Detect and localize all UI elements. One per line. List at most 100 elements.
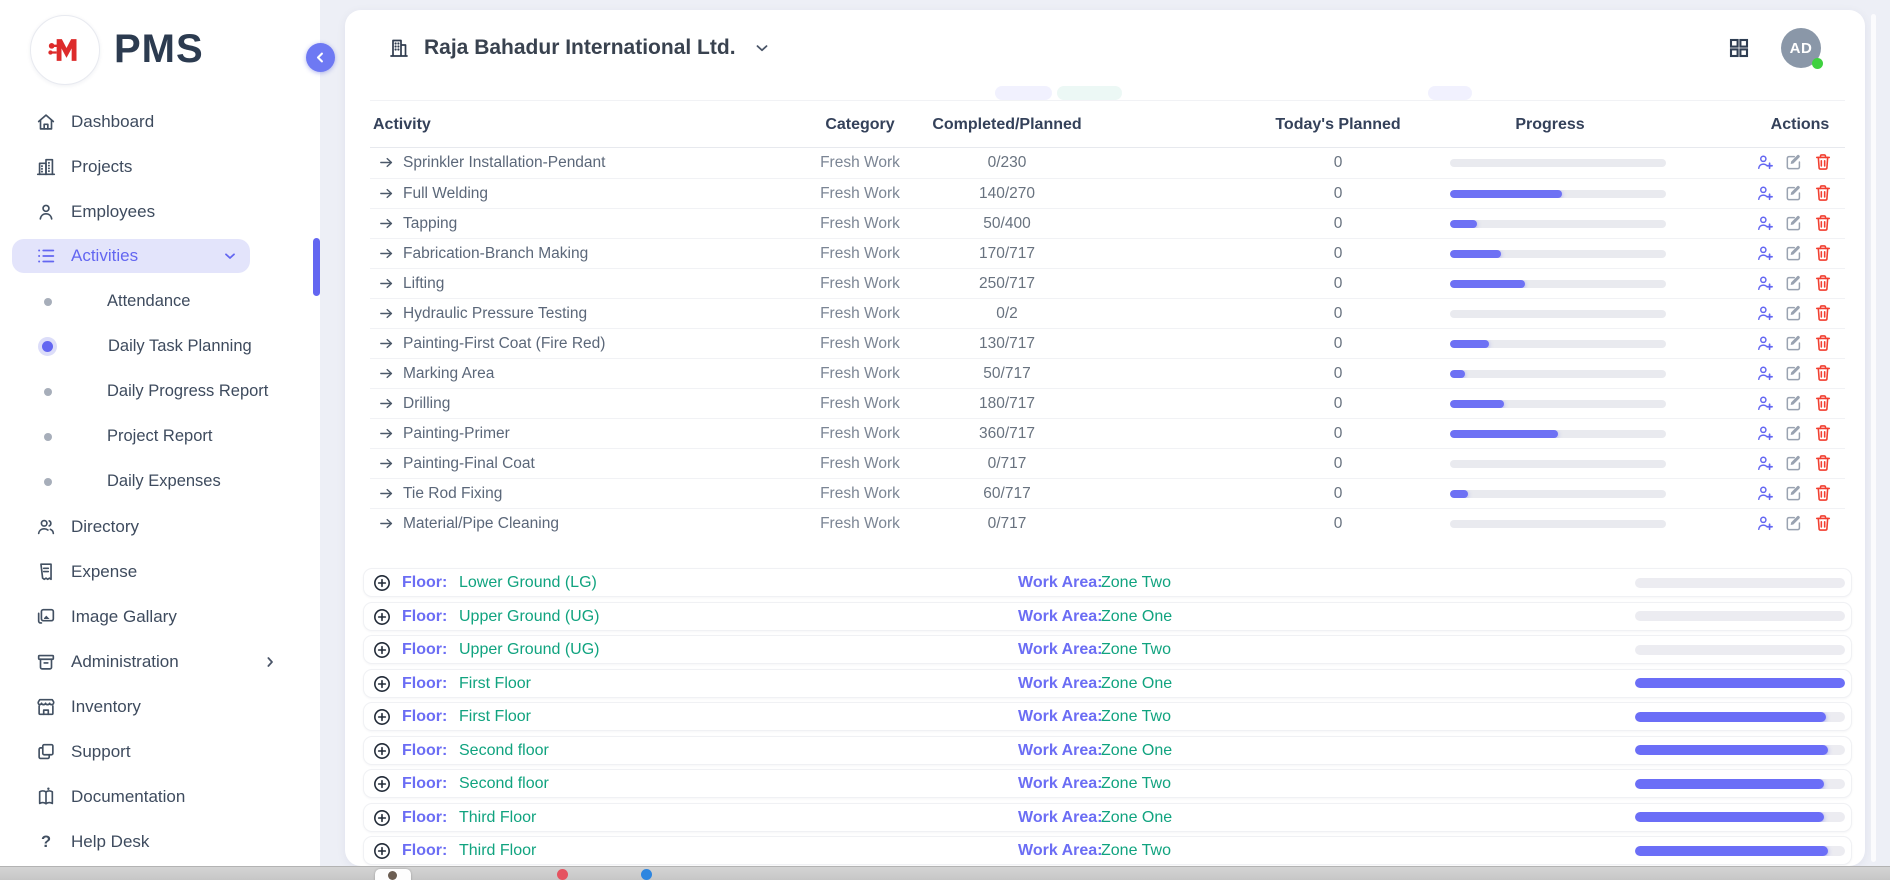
active-section-indicator: [313, 238, 320, 296]
assign-user-button[interactable]: [1755, 453, 1775, 473]
delete-button[interactable]: [1813, 423, 1833, 443]
content-card: Raja Bahadur International Ltd. AD Activ…: [345, 10, 1865, 866]
edit-button[interactable]: [1784, 152, 1804, 172]
floor-progress-bar: [1635, 745, 1845, 755]
sidebar-item-directory[interactable]: Directory: [0, 504, 320, 549]
expand-plus-icon[interactable]: [372, 841, 392, 861]
delete-button[interactable]: [1813, 513, 1833, 533]
edit-button[interactable]: [1784, 423, 1804, 443]
delete-button[interactable]: [1813, 453, 1833, 473]
progress-fill: [1450, 280, 1525, 288]
taskbar-red-app-icon[interactable]: [557, 869, 568, 880]
sidebar-item-dashboard[interactable]: Dashboard: [0, 99, 320, 144]
expand-plus-icon[interactable]: [372, 808, 392, 828]
delete-button[interactable]: [1813, 183, 1833, 203]
expand-plus-icon[interactable]: [372, 573, 392, 593]
edit-button[interactable]: [1784, 243, 1804, 263]
floor-label: Floor:: [402, 636, 447, 663]
sidebar-subitem-daily-task-planning[interactable]: Daily Task Planning: [0, 324, 320, 369]
assign-user-button[interactable]: [1755, 513, 1775, 533]
sidebar-subitem-attendance[interactable]: Attendance: [0, 279, 320, 324]
edit-button[interactable]: [1784, 453, 1804, 473]
sidebar-item-help-desk[interactable]: ? Help Desk: [0, 819, 320, 864]
sidebar-item-employees[interactable]: Employees: [0, 189, 320, 234]
work-area-name: Zone One: [1101, 670, 1172, 697]
todays-planned-value: 0: [1270, 389, 1406, 418]
edit-button[interactable]: [1784, 183, 1804, 203]
sidebar-item-projects[interactable]: Projects: [0, 144, 320, 189]
todays-planned-value: 0: [1270, 299, 1406, 328]
expand-plus-icon[interactable]: [372, 741, 392, 761]
sidebar-subitem-daily-progress-report[interactable]: Daily Progress Report: [0, 369, 320, 414]
home-icon: [35, 111, 57, 133]
edit-button[interactable]: [1784, 273, 1804, 293]
delete-button[interactable]: [1813, 273, 1833, 293]
assign-user-button[interactable]: [1755, 393, 1775, 413]
assign-user-button[interactable]: [1755, 273, 1775, 293]
expand-plus-icon[interactable]: [372, 607, 392, 627]
taskbar-blue-app-icon[interactable]: [641, 869, 652, 880]
sidebar-item-activities[interactable]: Activities: [12, 239, 250, 273]
activity-progress-bar: [1450, 310, 1666, 318]
delete-button[interactable]: [1813, 152, 1833, 172]
assign-user-button[interactable]: [1755, 333, 1775, 353]
edit-button[interactable]: [1784, 483, 1804, 503]
app-logo[interactable]: [30, 15, 100, 85]
assign-user-button[interactable]: [1755, 243, 1775, 263]
assign-user-button[interactable]: [1755, 183, 1775, 203]
scrollbar[interactable]: [1871, 14, 1876, 862]
edit-button[interactable]: [1784, 363, 1804, 383]
sidebar-item-administration[interactable]: Administration: [0, 639, 320, 684]
user-avatar[interactable]: AD: [1781, 28, 1821, 68]
sidebar-item-documentation[interactable]: Documentation: [0, 774, 320, 819]
activity-progress-bar: [1450, 250, 1666, 258]
expand-plus-icon[interactable]: [372, 640, 392, 660]
delete-button[interactable]: [1813, 333, 1833, 353]
apps-grid-icon[interactable]: [1727, 36, 1751, 60]
assign-user-button[interactable]: [1755, 152, 1775, 172]
activity-category: Fresh Work: [790, 509, 930, 538]
assign-user-button[interactable]: [1755, 363, 1775, 383]
assign-user-button[interactable]: [1755, 483, 1775, 503]
expand-plus-icon[interactable]: [372, 774, 392, 794]
floor-row: Floor: Second floor Work Area: Zone Two: [363, 769, 1852, 798]
delete-button[interactable]: [1813, 393, 1833, 413]
delete-button[interactable]: [1813, 483, 1833, 503]
taskbar-app-icon[interactable]: [375, 869, 411, 880]
activity-category: Fresh Work: [790, 148, 930, 177]
expand-plus-icon[interactable]: [372, 707, 392, 727]
column-header-todays-planned: Today's Planned: [1270, 101, 1406, 149]
edit-button[interactable]: [1784, 303, 1804, 323]
sidebar-item-support[interactable]: Support: [0, 729, 320, 774]
activity-progress-bar: [1450, 190, 1666, 198]
todays-planned-value: 0: [1270, 479, 1406, 508]
sidebar-subitem-daily-expenses[interactable]: Daily Expenses: [0, 459, 320, 504]
sidebar-collapse-button[interactable]: [306, 43, 335, 72]
delete-button[interactable]: [1813, 243, 1833, 263]
building-icon: [387, 36, 411, 60]
edit-button[interactable]: [1784, 513, 1804, 533]
row-actions: [1755, 152, 1845, 172]
progress-fill: [1450, 250, 1501, 258]
expand-plus-icon[interactable]: [372, 674, 392, 694]
table-body: Sprinkler Installation-Pendant Fresh Wor…: [370, 148, 1845, 538]
sidebar-item-inventory[interactable]: Inventory: [0, 684, 320, 729]
edit-button[interactable]: [1784, 333, 1804, 353]
activity-category: Fresh Work: [790, 359, 930, 388]
sidebar-subitem-project-report[interactable]: Project Report: [0, 414, 320, 459]
progress-fill: [1450, 220, 1477, 228]
gallery-icon: [35, 606, 57, 628]
assign-user-button[interactable]: [1755, 423, 1775, 443]
delete-button[interactable]: [1813, 213, 1833, 233]
edit-button[interactable]: [1784, 213, 1804, 233]
edit-button[interactable]: [1784, 393, 1804, 413]
assign-user-button[interactable]: [1755, 213, 1775, 233]
activity-category: Fresh Work: [790, 479, 930, 508]
sidebar-item-image-gallary[interactable]: Image Gallary: [0, 594, 320, 639]
delete-button[interactable]: [1813, 363, 1833, 383]
store-icon: [35, 696, 57, 718]
company-selector[interactable]: Raja Bahadur International Ltd.: [387, 36, 771, 60]
assign-user-button[interactable]: [1755, 303, 1775, 323]
sidebar-item-expense[interactable]: Expense: [0, 549, 320, 594]
delete-button[interactable]: [1813, 303, 1833, 323]
